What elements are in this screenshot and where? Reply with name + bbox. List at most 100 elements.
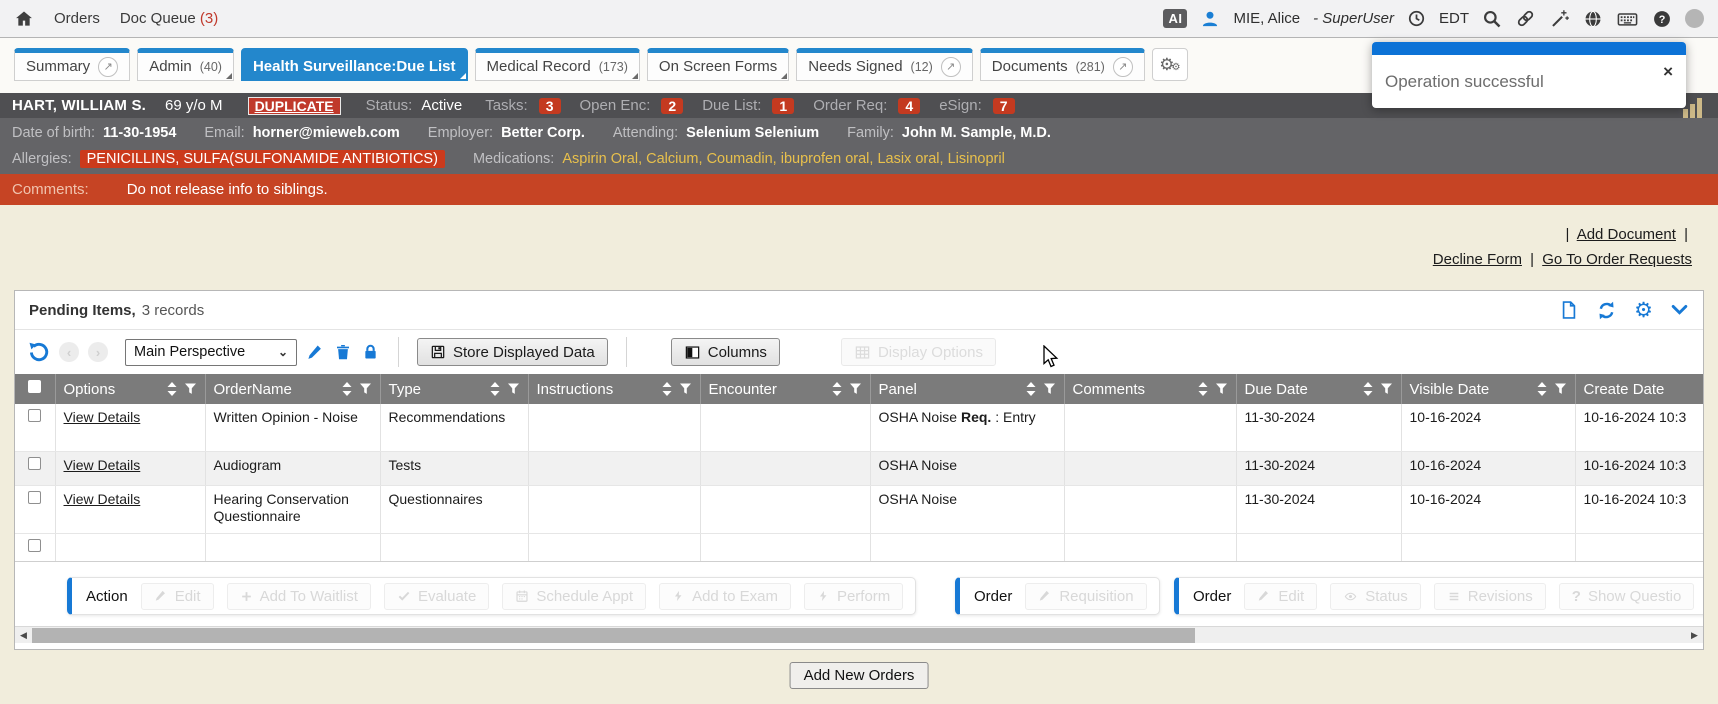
tab-needs-signed[interactable]: Needs Signed (12) ↗: [796, 48, 972, 81]
calendar-icon: [515, 589, 529, 603]
filter-icon[interactable]: [679, 383, 692, 395]
refresh-icon[interactable]: [1596, 300, 1617, 321]
filter-icon[interactable]: [1043, 383, 1056, 395]
scrollbar-thumb[interactable]: [32, 628, 1195, 643]
search-icon[interactable]: [1482, 9, 1502, 29]
row-checkbox[interactable]: [28, 409, 41, 422]
tab-on-screen-forms[interactable]: On Screen Forms: [647, 48, 789, 81]
sort-icon[interactable]: [1363, 382, 1373, 396]
breadcrumb-doc-queue[interactable]: Doc Queue (3): [120, 10, 218, 27]
sort-icon[interactable]: [662, 382, 672, 396]
cell-visible-date: 10-16-2024: [1401, 485, 1575, 533]
filter-icon[interactable]: [507, 383, 520, 395]
view-details-link[interactable]: View Details: [64, 409, 141, 425]
show-questions-button: ?Show Questio: [1559, 583, 1695, 610]
avatar[interactable]: [1685, 9, 1704, 28]
tab-settings-button[interactable]: ⚙⚙: [1152, 48, 1188, 81]
tab-documents[interactable]: Documents (281) ↗: [980, 48, 1145, 81]
sort-icon[interactable]: [1198, 382, 1208, 396]
tasks-badge[interactable]: 3: [539, 98, 561, 114]
ai-badge[interactable]: AI: [1163, 9, 1187, 28]
duplicate-flag[interactable]: DUPLICATE: [248, 97, 341, 115]
column-header-ordername[interactable]: OrderName: [205, 374, 380, 404]
view-details-link[interactable]: View Details: [64, 457, 141, 473]
row-checkbox[interactable]: [28, 457, 41, 470]
row-checkbox[interactable]: [28, 539, 41, 552]
globe-icon[interactable]: [1583, 9, 1603, 29]
filter-icon[interactable]: [1215, 383, 1228, 395]
lock-icon[interactable]: [361, 343, 380, 362]
filter-icon[interactable]: [1380, 383, 1393, 395]
tab-medical-record[interactable]: Medical Record (173): [475, 48, 640, 81]
tab-summary[interactable]: Summary ↗: [14, 48, 130, 81]
filter-icon[interactable]: [184, 383, 197, 395]
column-header-comments[interactable]: Comments: [1064, 374, 1236, 404]
svg-text:?: ?: [1659, 13, 1666, 25]
tab-dropdown-fold: [226, 73, 232, 79]
undo-icon[interactable]: [27, 341, 50, 364]
delete-perspective-icon[interactable]: [334, 343, 352, 362]
column-header-encounter[interactable]: Encounter: [700, 374, 870, 404]
allergies-alert[interactable]: PENICILLINS, SULFA(SULFONAMIDE ANTIBIOTI…: [80, 150, 445, 168]
column-header-options[interactable]: Options: [55, 374, 205, 404]
sort-icon[interactable]: [167, 382, 177, 396]
user-name[interactable]: MIE, Alice: [1233, 10, 1300, 27]
horizontal-scrollbar[interactable]: ◀ ▶: [15, 626, 1703, 643]
chevron-down-icon[interactable]: [1670, 302, 1689, 318]
sort-icon[interactable]: [1537, 382, 1547, 396]
external-link-icon[interactable]: ↗: [941, 57, 961, 77]
new-document-icon[interactable]: [1559, 299, 1579, 321]
home-icon[interactable]: [14, 9, 34, 29]
scroll-right-arrow[interactable]: ▶: [1686, 627, 1703, 643]
column-header-visible-date[interactable]: Visible Date: [1401, 374, 1575, 404]
select-all-checkbox[interactable]: [28, 380, 41, 393]
column-header-instructions[interactable]: Instructions: [528, 374, 700, 404]
perspective-select[interactable]: Main Perspective ⌄: [125, 339, 297, 366]
columns-button[interactable]: Columns: [671, 338, 780, 366]
next-perspective-icon[interactable]: ›: [88, 342, 108, 362]
open-enc-badge[interactable]: 2: [661, 98, 683, 114]
order-req-badge[interactable]: 4: [898, 98, 920, 114]
due-list-badge[interactable]: 1: [772, 98, 794, 114]
store-displayed-data-button[interactable]: Store Displayed Data: [417, 338, 608, 366]
scroll-left-arrow[interactable]: ◀: [15, 627, 32, 643]
cell-order-name: Audiogram: [205, 451, 380, 485]
row-checkbox[interactable]: [28, 491, 41, 504]
tab-admin[interactable]: Admin (40): [137, 48, 234, 81]
column-header-create-date[interactable]: Create Date: [1575, 374, 1703, 404]
add-new-orders-button[interactable]: Add New Orders: [790, 662, 929, 689]
help-icon[interactable]: ?: [1652, 9, 1672, 29]
patient-dob: 11-30-1954: [103, 125, 176, 141]
sort-icon[interactable]: [832, 382, 842, 396]
external-link-icon[interactable]: ↗: [1113, 57, 1133, 77]
sort-icon[interactable]: [342, 382, 352, 396]
order-group-2-label: Order: [1193, 588, 1231, 605]
wand-icon[interactable]: [1549, 8, 1570, 29]
medications-list[interactable]: Aspirin Oral, Calcium, Coumadin, ibuprof…: [562, 151, 1004, 167]
sort-icon[interactable]: [1026, 382, 1036, 396]
clock-icon[interactable]: [1407, 9, 1426, 28]
close-icon[interactable]: ×: [1663, 63, 1673, 80]
gear-icon[interactable]: ⚙: [1634, 300, 1653, 321]
view-details-link[interactable]: View Details: [64, 491, 141, 507]
column-header-due-date[interactable]: Due Date: [1236, 374, 1401, 404]
decline-form-link[interactable]: Decline Form: [1433, 251, 1522, 268]
eye-icon: [1343, 590, 1358, 603]
edit-perspective-icon[interactable]: [306, 343, 325, 362]
esign-badge[interactable]: 7: [993, 98, 1015, 114]
go-to-order-requests-link[interactable]: Go To Order Requests: [1542, 251, 1692, 268]
link-icon[interactable]: [1515, 8, 1536, 29]
column-header-type[interactable]: Type: [380, 374, 528, 404]
filter-icon[interactable]: [359, 383, 372, 395]
sort-icon[interactable]: [490, 382, 500, 396]
filter-icon[interactable]: [849, 383, 862, 395]
external-link-icon[interactable]: ↗: [98, 57, 118, 77]
add-document-link[interactable]: Add Document: [1577, 226, 1676, 243]
breadcrumb-orders[interactable]: Orders: [54, 10, 100, 27]
filter-icon[interactable]: [1554, 383, 1567, 395]
select-all-header[interactable]: [15, 374, 55, 404]
tab-health-surveillance-due-list[interactable]: Health Surveillance:Due List: [241, 48, 468, 81]
keyboard-icon[interactable]: [1616, 9, 1639, 29]
previous-perspective-icon[interactable]: ‹: [59, 342, 79, 362]
column-header-panel[interactable]: Panel: [870, 374, 1064, 404]
